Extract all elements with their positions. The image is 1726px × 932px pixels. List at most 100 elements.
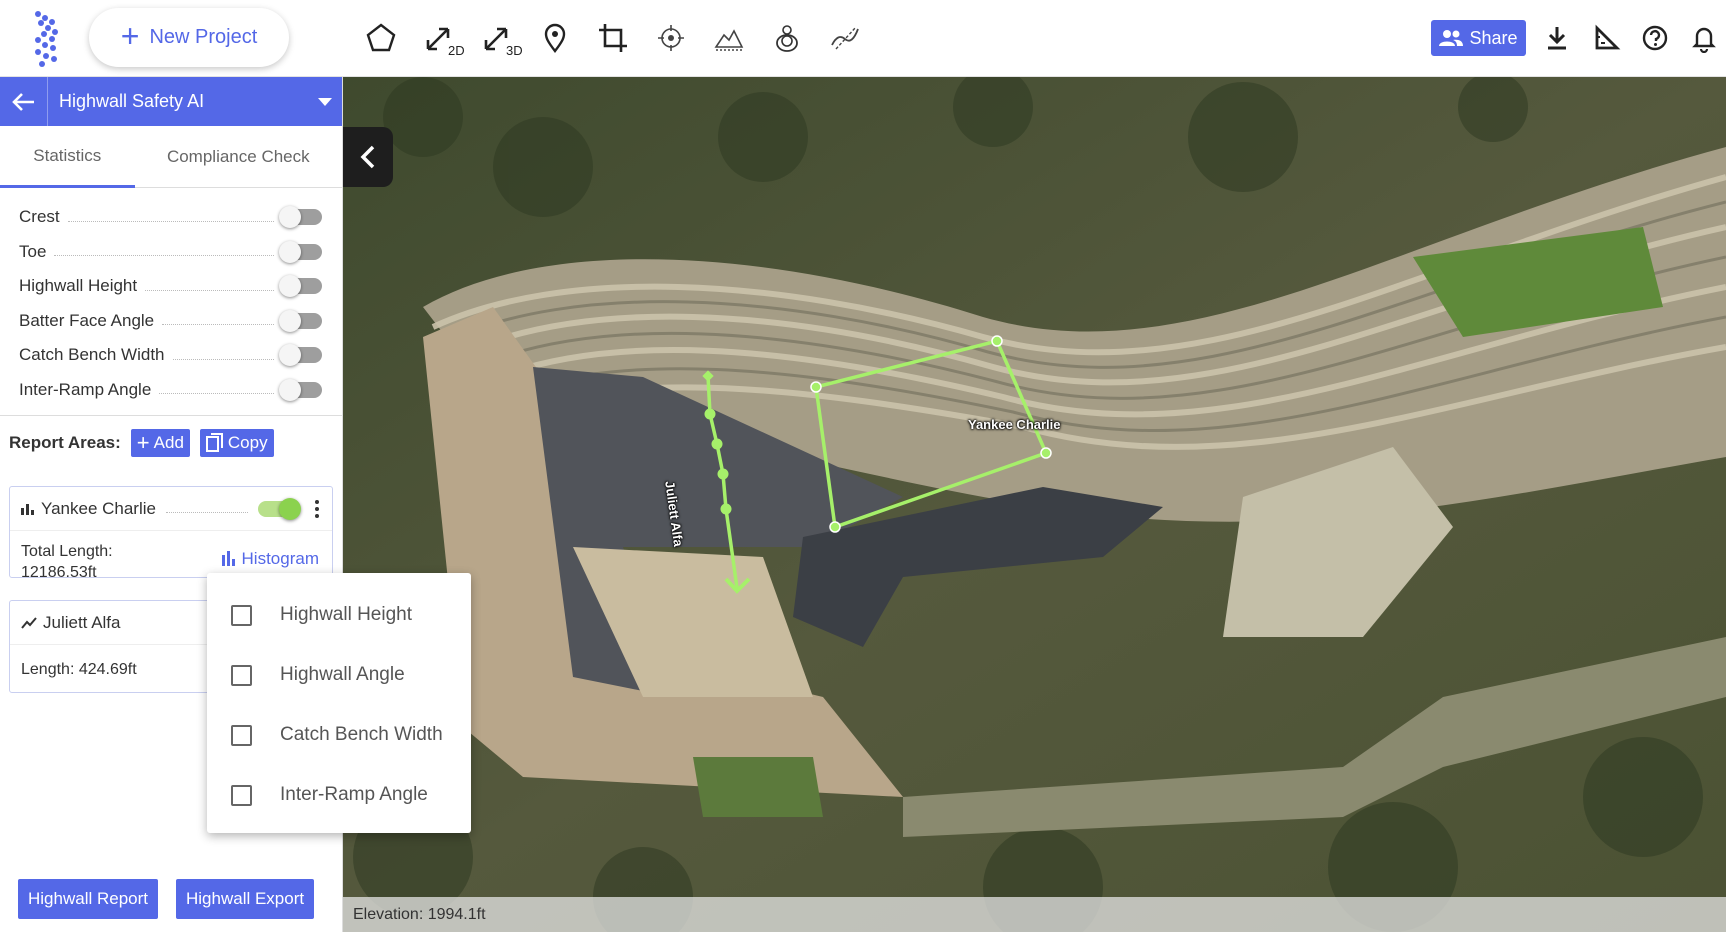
ruler-icon: [1595, 24, 1620, 50]
report-actions: Highwall Report Highwall Export: [18, 879, 315, 919]
menu-item-label: Catch Bench Width: [280, 724, 443, 745]
target-button[interactable]: [642, 16, 700, 60]
menu-item-highwall-angle[interactable]: Highwall Angle: [207, 645, 471, 705]
menu-item-inter-ramp-angle[interactable]: Inter-Ramp Angle: [207, 765, 471, 825]
top-toolbar: + New Project 2D 3D Share: [0, 0, 1726, 77]
toggle-row-inter-ramp-angle: Inter-Ramp Angle: [0, 373, 342, 408]
card-header: Yankee Charlie: [10, 487, 332, 531]
report-areas-label: Report Areas:: [9, 432, 121, 452]
elevation-readout: Elevation: 1994.1ft: [343, 897, 1726, 932]
checkbox[interactable]: [231, 604, 252, 626]
stockpile-button[interactable]: [758, 16, 816, 60]
new-project-button[interactable]: + New Project: [89, 8, 289, 67]
tab-statistics[interactable]: Statistics: [0, 126, 135, 188]
crop-button[interactable]: [584, 16, 642, 60]
new-project-label: New Project: [149, 26, 258, 48]
ruler-button[interactable]: [1581, 16, 1630, 60]
card-name: Juliett Alfa: [43, 612, 121, 632]
checkbox[interactable]: [231, 664, 252, 686]
profile-line-button[interactable]: [816, 16, 874, 60]
project-title: Highwall Safety AI: [59, 91, 205, 111]
measure-2d-sub: 2D: [448, 43, 465, 58]
crop-icon: [599, 24, 627, 52]
project-dropdown-caret[interactable]: [318, 97, 332, 106]
polygon-tool-icon: [366, 23, 396, 52]
download-icon: [1547, 27, 1566, 50]
map-viewport[interactable]: Yankee Charlie Juliett Alfa Elevation: 1…: [343, 77, 1726, 932]
measure-2d-button[interactable]: 2D: [410, 16, 468, 60]
share-button[interactable]: Share: [1431, 20, 1526, 56]
more-options-icon[interactable]: [308, 499, 326, 518]
area-visibility-switch[interactable]: [258, 497, 301, 520]
project-header: Highwall Safety AI: [0, 77, 342, 126]
add-area-button[interactable]: + Add: [130, 428, 190, 457]
toggle-label: Inter-Ramp Angle: [19, 379, 152, 399]
volume-button[interactable]: [700, 16, 758, 60]
app-logo[interactable]: [28, 10, 68, 68]
menu-item-highwall-height[interactable]: Highwall Height: [207, 585, 471, 645]
measurement-tools: 2D 3D: [352, 16, 874, 60]
toe-switch[interactable]: [279, 240, 322, 263]
back-button[interactable]: [0, 77, 48, 126]
arrow-left-icon: [11, 92, 34, 111]
checkbox[interactable]: [231, 784, 252, 806]
location-pin-icon: [544, 23, 566, 53]
measure-3d-button[interactable]: 3D: [468, 16, 526, 60]
area-label-yankee-charlie: Yankee Charlie: [968, 417, 1061, 432]
sidebar-tabs: Statistics Compliance Check: [0, 126, 342, 188]
toggle-label: Batter Face Angle: [19, 310, 155, 330]
inter-ramp-angle-switch[interactable]: [279, 378, 322, 401]
share-label: Share: [1469, 27, 1518, 48]
length-value: 424.69ft: [78, 661, 137, 678]
menu-item-catch-bench-width[interactable]: Catch Bench Width: [207, 705, 471, 765]
copy-icon: [205, 432, 223, 452]
checkbox[interactable]: [231, 724, 252, 746]
polygon-tool-button[interactable]: [352, 16, 410, 60]
toggle-row-highwall-height: Highwall Height: [0, 269, 342, 304]
card-name: Yankee Charlie: [41, 498, 156, 518]
download-button[interactable]: [1532, 16, 1581, 60]
report-areas-bar: Report Areas: + Add Copy: [0, 415, 343, 469]
toggle-row-catch-bench-width: Catch Bench Width: [0, 338, 342, 373]
toggle-label: Crest: [19, 207, 60, 227]
volume-icon: [714, 29, 744, 51]
bar-chart-icon: [221, 551, 235, 566]
menu-item-label: Highwall Height: [280, 604, 413, 625]
add-label: Add: [153, 432, 184, 452]
line-trend-icon: [21, 616, 37, 629]
chevron-left-icon: [360, 145, 375, 169]
menu-item-label: Inter-Ramp Angle: [280, 784, 428, 805]
aerial-imagery: [343, 77, 1726, 932]
histogram-link[interactable]: Histogram: [221, 548, 319, 569]
notifications-button[interactable]: [1679, 16, 1726, 60]
toggle-row-batter-face-angle: Batter Face Angle: [0, 304, 342, 339]
layer-toggles: Crest Toe Highwall Height Batter Face An…: [0, 188, 342, 407]
copy-label: Copy: [227, 432, 268, 452]
location-pin-button[interactable]: [526, 16, 584, 60]
catch-bench-width-switch[interactable]: [279, 344, 322, 367]
histogram-label: Histogram: [241, 549, 319, 568]
plus-icon: +: [136, 429, 150, 455]
profile-line-icon: [831, 26, 859, 50]
help-icon: [1642, 25, 1667, 51]
crest-switch[interactable]: [279, 206, 322, 229]
length-label: Length:: [21, 661, 75, 678]
report-card-yankee-charlie[interactable]: Yankee Charlie Total Length: 12186.53ft …: [9, 486, 333, 581]
measure-3d-sub: 3D: [506, 43, 523, 58]
batter-face-angle-switch[interactable]: [279, 309, 322, 332]
menu-item-label: Highwall Angle: [280, 664, 405, 685]
target-icon: [658, 25, 684, 51]
copy-area-button[interactable]: Copy: [199, 428, 274, 457]
highwall-height-switch[interactable]: [279, 275, 322, 298]
tab-compliance-check[interactable]: Compliance Check: [135, 126, 342, 188]
people-icon: [1439, 30, 1464, 46]
plus-icon: +: [120, 18, 140, 54]
collapse-sidebar-button[interactable]: [343, 127, 393, 187]
toggle-label: Catch Bench Width: [19, 345, 165, 365]
highwall-report-button[interactable]: Highwall Report: [18, 879, 158, 919]
stockpile-icon: [776, 25, 798, 52]
toggle-label: Highwall Height: [19, 276, 138, 296]
bell-icon: [1691, 27, 1716, 53]
help-button[interactable]: [1630, 16, 1679, 60]
highwall-export-button[interactable]: Highwall Export: [176, 879, 315, 919]
